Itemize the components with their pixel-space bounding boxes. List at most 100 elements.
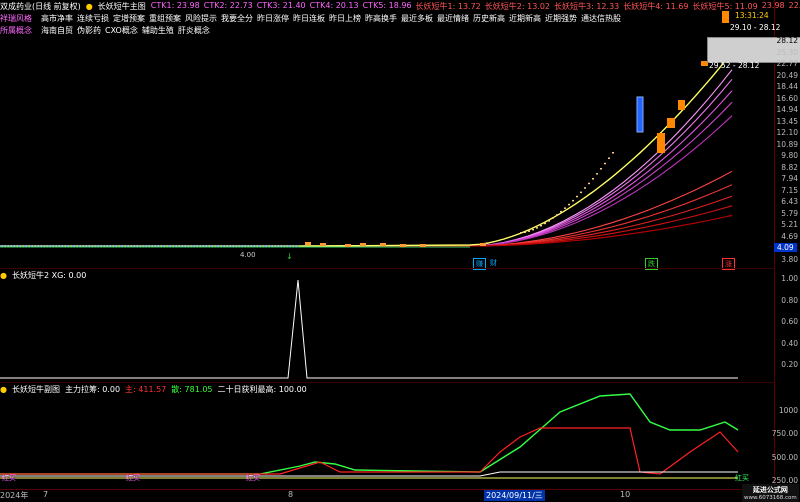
- baseline-dot: [276, 245, 278, 247]
- price-tick-19: 3.80: [781, 254, 798, 264]
- buy-badge-4: 红买: [735, 474, 749, 482]
- watermark-line2: www.6073168.com: [744, 495, 797, 501]
- baseline-dot: [57, 245, 59, 247]
- candle-small-1: [320, 243, 326, 246]
- baseline-dot: [285, 245, 287, 247]
- baseline-dot: [273, 245, 275, 247]
- candle-big-2: [667, 118, 675, 128]
- baseline-dot: [51, 245, 53, 247]
- signal-dot-21: [604, 162, 606, 165]
- price-tick-13: 7.15: [781, 185, 798, 195]
- baseline-dot: [144, 245, 146, 247]
- baseline-dot: [63, 245, 65, 247]
- baseline-dot: [36, 245, 38, 247]
- baseline-dot: [267, 245, 269, 247]
- baseline-dot: [150, 245, 152, 247]
- baseline-dot: [261, 245, 263, 247]
- baseline-dot: [192, 245, 194, 247]
- ma-line-9: [299, 214, 733, 248]
- main-force-chart[interactable]: [0, 382, 774, 488]
- baseline-dot: [27, 245, 29, 247]
- baseline-dot: [24, 245, 26, 247]
- signal-dot-2: [528, 230, 530, 232]
- price-tick-11: 8.82: [781, 162, 798, 172]
- baseline-dot: [258, 245, 260, 247]
- p2-ticks-tick-0: 1.00: [781, 274, 798, 283]
- baseline-dot: [105, 245, 107, 247]
- xg-signal-chart[interactable]: [0, 268, 774, 382]
- retail-line: [0, 393, 739, 475]
- baseline-dot: [90, 245, 92, 247]
- baseline-dot: [255, 245, 257, 247]
- signal-dot-4: [536, 227, 538, 229]
- signal-dot-1: [524, 231, 526, 233]
- baseline-dot: [216, 245, 218, 247]
- ma-line-0: [299, 69, 733, 248]
- baseline-dot: [222, 245, 224, 247]
- main-force-line: [0, 427, 739, 475]
- x-label-highlight: 2024/09/11/三: [484, 490, 545, 501]
- baseline-dot: [21, 245, 23, 247]
- baseline-dot: [162, 245, 164, 247]
- baseline-dot: [156, 245, 158, 247]
- baseline-dot: [219, 245, 221, 247]
- candle-small-6: [420, 244, 426, 247]
- signal-dot-3: [532, 228, 534, 231]
- signal-dot-8: [552, 217, 554, 219]
- baseline-dot: [165, 245, 167, 247]
- baseline-dot: [138, 245, 140, 247]
- baseline-dot: [135, 245, 137, 247]
- baseline-dot: [12, 245, 14, 247]
- price-tick-12: 7.94: [781, 174, 798, 183]
- price-tick-17: 4.69: [781, 231, 798, 241]
- baseline-dot: [180, 245, 182, 247]
- signal-dot-18: [592, 178, 594, 180]
- price-chart[interactable]: [0, 0, 774, 268]
- baseline-dot: [153, 245, 155, 247]
- current-price-badge: 4.09: [774, 243, 797, 252]
- baseline-dot: [84, 245, 86, 247]
- baseline-dot: [99, 245, 101, 247]
- tooltip-range: 29.10 - 28.12: [730, 23, 781, 32]
- x-label-year: 2024年: [0, 491, 29, 500]
- baseline-dot: [60, 245, 62, 247]
- ma-line-2: [299, 90, 733, 248]
- baseline-dot: [183, 245, 185, 247]
- price-tick-8: 12.10: [776, 128, 798, 137]
- p2-ticks-tick-3: 0.40: [781, 338, 798, 348]
- baseline-dot: [66, 245, 68, 247]
- tooltip-price: 29.52 - 28.12: [709, 61, 760, 70]
- baseline-dot: [0, 245, 2, 247]
- candle-small-3: [360, 243, 366, 246]
- candle-small-4: [380, 243, 386, 246]
- price-tick-6: 14.94: [776, 105, 798, 114]
- marker-cai: 财: [490, 259, 497, 267]
- price-tick-7: 13.45: [776, 116, 798, 126]
- baseline-dot: [234, 245, 236, 247]
- signal-dot-22: [608, 157, 610, 159]
- baseline-dot: [186, 245, 188, 247]
- baseline-dot: [39, 245, 41, 247]
- p3-ticks-tick-0: 1000: [778, 406, 798, 415]
- down-arrow-icon: ↓: [286, 252, 293, 261]
- baseline-dot: [159, 245, 161, 247]
- time-axis: 2024年 7 8 2024/09/11/三 10: [0, 489, 774, 501]
- signal-dot-23: [612, 152, 614, 154]
- baseline-dot: [33, 245, 35, 247]
- baseline-dot: [45, 245, 47, 247]
- baseline-dot: [252, 245, 254, 247]
- baseline-dot: [270, 245, 272, 247]
- p2-ticks-tick-2: 0.60: [781, 317, 798, 326]
- baseline-dot: [30, 245, 32, 247]
- baseline-dot: [42, 245, 44, 247]
- price-tick-2: 22.77: [776, 59, 798, 68]
- baseline-dot: [225, 245, 227, 247]
- baseline-dot: [72, 245, 74, 247]
- baseline-dot: [243, 245, 245, 247]
- baseline-dot: [174, 245, 176, 247]
- baseline-dot: [240, 245, 242, 247]
- baseline-dot: [168, 245, 170, 247]
- baseline-dot: [15, 245, 17, 247]
- baseline-dot: [237, 245, 239, 247]
- ma-line-6: [299, 184, 733, 248]
